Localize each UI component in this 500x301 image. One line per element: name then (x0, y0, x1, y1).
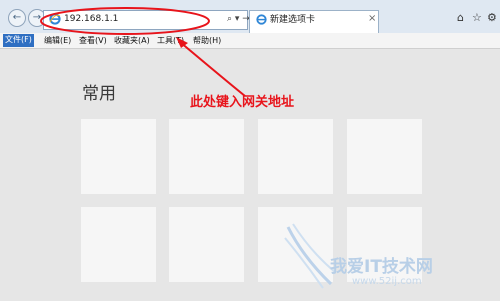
annotation-text: 此处键入网关地址 (190, 95, 295, 110)
annotation-overlay (40, 7, 246, 97)
watermark-text: 我爱IT技术网 (330, 257, 433, 277)
address-highlight-ellipse (40, 7, 210, 35)
annotation-arrow-line (179, 41, 246, 97)
watermark-url: www.52ij.com (352, 276, 422, 287)
